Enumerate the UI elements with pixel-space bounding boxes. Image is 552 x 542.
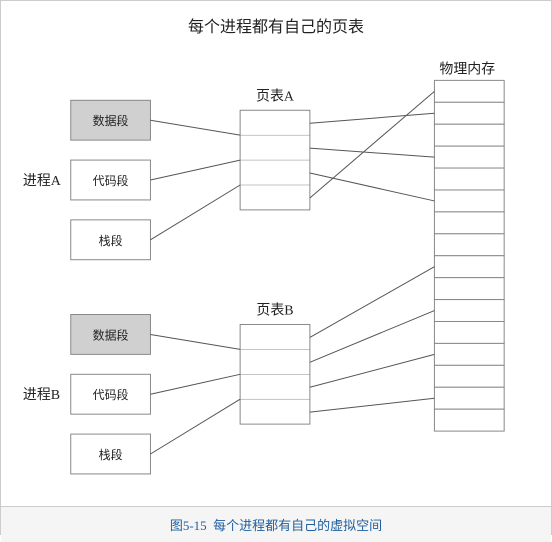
- process-b-label: 进程B: [23, 387, 60, 403]
- mem-block-2: [434, 102, 504, 124]
- seg-a-code-label: 代码段: [93, 173, 129, 188]
- seg-b-stack-label: 栈段: [99, 447, 123, 462]
- mem-block-15: [434, 387, 504, 409]
- seg-b-code-label: 代码段: [93, 387, 129, 402]
- arrow-ptb-to-mem4: [310, 398, 435, 412]
- arrow-pta-to-mem1: [310, 113, 435, 123]
- mem-block-3: [434, 124, 504, 146]
- arrow-b-code-to-pt: [150, 374, 240, 394]
- arrow-b-stack-to-pt: [150, 399, 240, 454]
- diagram-svg: 物理内存 进程A 数据段: [1, 43, 551, 506]
- arrow-pta-to-mem2: [310, 148, 435, 157]
- arrow-pta-to-mem4: [310, 91, 435, 198]
- caption-text: 每个进程都有自己的虚拟空间: [213, 515, 382, 534]
- arrow-ptb-to-mem3: [310, 354, 435, 387]
- main-container: 每个进程都有自己的页表 物理内存 进程A: [0, 0, 552, 535]
- mem-block-1: [434, 80, 504, 102]
- mem-block-14: [434, 365, 504, 387]
- arrow-b-data-to-pt: [150, 334, 240, 349]
- page-table-a-label: 页表A: [256, 88, 294, 104]
- mem-block-4: [434, 146, 504, 168]
- mem-block-13: [434, 343, 504, 365]
- arrow-pta-to-mem3: [310, 173, 435, 201]
- mem-block-6: [434, 190, 504, 212]
- mem-block-5: [434, 168, 504, 190]
- caption: 图5-15 每个进程都有自己的虚拟空间: [1, 506, 551, 542]
- mem-block-8: [434, 234, 504, 256]
- seg-b-data-label: 数据段: [93, 327, 129, 342]
- mem-block-10: [434, 278, 504, 300]
- arrow-ptb-to-mem2: [310, 311, 435, 363]
- mem-block-16: [434, 409, 504, 431]
- memory-label: 物理内存: [439, 61, 495, 77]
- caption-label: 图5-15: [170, 515, 207, 534]
- arrow-a-code-to-pt: [150, 160, 240, 180]
- process-a-label: 进程A: [23, 173, 61, 189]
- arrow-a-stack-to-pt: [150, 185, 240, 240]
- mem-block-7: [434, 212, 504, 234]
- page-table-b-label: 页表B: [256, 303, 293, 319]
- mem-block-12: [434, 321, 504, 343]
- mem-block-11: [434, 300, 504, 322]
- mem-block-9: [434, 256, 504, 278]
- seg-a-stack-label: 栈段: [99, 233, 123, 248]
- diagram-area: 物理内存 进程A 数据段: [1, 43, 551, 506]
- seg-a-data-label: 数据段: [93, 113, 129, 128]
- arrow-a-data-to-pt: [150, 120, 240, 135]
- arrow-ptb-to-mem1: [310, 267, 435, 338]
- page-title: 每个进程都有自己的页表: [188, 13, 364, 37]
